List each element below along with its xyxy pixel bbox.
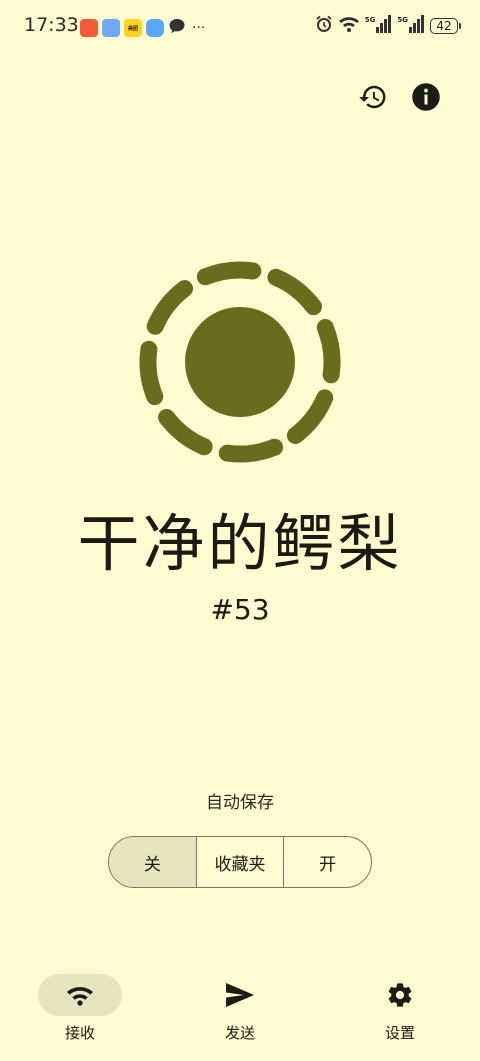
wifi-status-icon [338,15,360,37]
app-store-icon [102,19,120,37]
status-time: 17:33 [24,14,79,36]
pinduoduo-icon [80,19,98,37]
send-icon [226,983,254,1007]
more-notifications-icon: ··· [192,20,206,36]
history-button[interactable] [358,82,388,112]
device-emblem-icon [136,258,344,466]
nav-pill-send[interactable] [198,974,282,1016]
network-type-1: 5G [364,16,376,24]
nav-item-send[interactable]: 发送 [180,960,300,1050]
autosave-option-on[interactable]: 开 [284,837,371,887]
nav-pill-settings[interactable] [358,974,442,1016]
network-type-2: 5G [397,16,408,24]
nav-label-receive: 接收 [64,1024,95,1042]
autosave-option-off[interactable]: 关 [109,837,197,887]
info-button[interactable] [411,82,441,112]
alarm-icon [315,15,333,37]
signal-icon-2 [409,15,425,37]
signal-icon-1 [376,15,392,37]
nav-label-settings: 设置 [384,1024,415,1042]
bottom-navigation: 接收 发送 设置 [0,960,480,1061]
meituan-icon: 美团 [124,19,142,37]
message-bubble-icon [168,17,186,39]
device-name: 干净的鳄梨 [77,507,403,580]
wifi-icon [67,987,93,1006]
status-bar: 17:33 美团 ··· 5G 5G 42 [0,0,480,52]
battery-indicator: 42 [430,18,461,34]
notification-icons: 美团 ··· [80,17,205,39]
autosave-option-favorites[interactable]: 收藏夹 [197,837,285,887]
nav-label-send: 发送 [224,1024,255,1042]
gear-icon [388,983,412,1007]
autosave-label: 自动保存 [206,793,274,813]
nav-item-settings[interactable]: 设置 [340,960,460,1050]
system-indicators: 5G 5G 42 [315,15,461,37]
history-icon [359,85,386,109]
blue-app-icon [146,19,164,37]
nav-pill-receive[interactable] [38,974,122,1016]
nav-item-receive[interactable]: 接收 [20,960,140,1050]
device-code: #53 [210,593,270,626]
autosave-selector: 关 收藏夹 开 [108,836,372,888]
info-icon [412,83,440,111]
